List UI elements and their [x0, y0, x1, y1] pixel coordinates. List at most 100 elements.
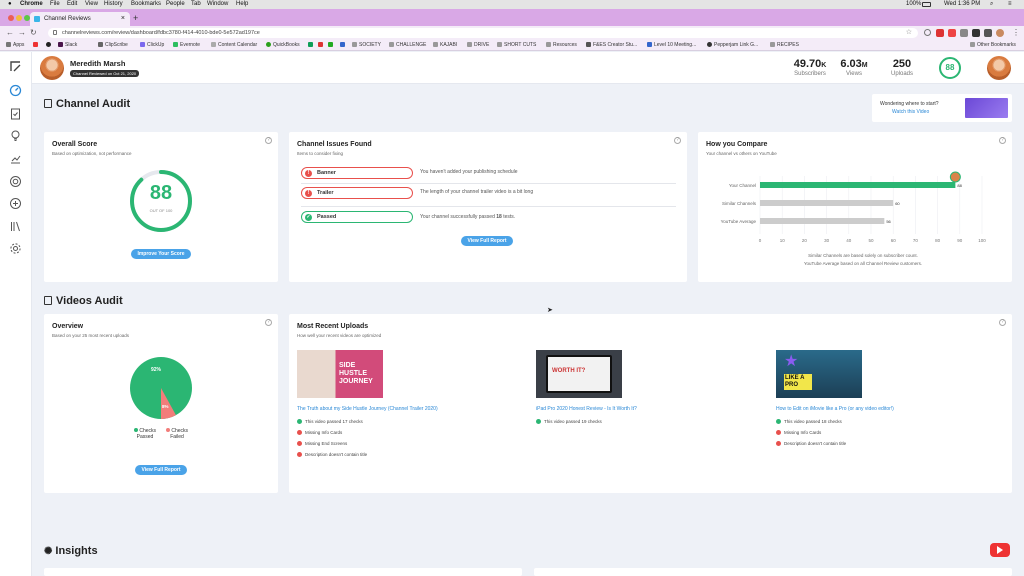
forward-icon[interactable]: →	[18, 28, 26, 38]
bookmark-pepperjam[interactable]: Pepperjam Link G...	[707, 40, 758, 51]
tab-channel-reviews[interactable]: Channel Reviews ×	[30, 12, 130, 26]
view-full-report-button[interactable]: View Full Report	[461, 236, 513, 246]
extension-dark-icon[interactable]	[972, 29, 980, 37]
promo-video-thumbnail[interactable]	[965, 98, 1008, 118]
help-icon[interactable]: ?	[674, 137, 681, 144]
bookmark-fes-creator[interactable]: F&ES Creator Stu...	[586, 40, 637, 51]
help-icon[interactable]: ?	[265, 137, 272, 144]
menu-history[interactable]: History	[104, 0, 123, 9]
checks-pie-chart	[130, 357, 192, 419]
issue-passed-pill[interactable]: ✓ Passed	[301, 211, 413, 223]
bookmark-youtube[interactable]	[33, 40, 40, 51]
bookmark-folder-challenge[interactable]: CHALLENGE	[389, 40, 426, 51]
close-window-button[interactable]	[8, 15, 14, 21]
issue-trailer-pill[interactable]: ! Trailer	[301, 187, 413, 199]
add-circle-icon[interactable]	[9, 197, 22, 210]
extension-info-icon[interactable]	[924, 29, 931, 36]
menu-view[interactable]: View	[85, 0, 98, 9]
bookmark-red[interactable]	[318, 40, 325, 51]
url-field[interactable]: channelreviews.com/review/dashboard/fdbc…	[48, 28, 918, 38]
reload-icon[interactable]: ↻	[30, 28, 37, 38]
menu-file[interactable]: File	[50, 0, 60, 9]
search-icon[interactable]: ⌕	[990, 0, 993, 9]
menu-bookmarks[interactable]: Bookmarks	[131, 0, 161, 9]
bookmark-slack[interactable]: Slack	[58, 40, 77, 51]
stat-uploads: 250 Uploads	[886, 58, 918, 77]
bookmark-github[interactable]	[46, 40, 53, 51]
battery-icon[interactable]	[922, 2, 931, 7]
video-title-link[interactable]: How to Edit on iMovie like a Pro (or any…	[776, 406, 894, 412]
bookmark-apps[interactable]: Apps	[6, 40, 24, 51]
dashboard-icon[interactable]	[9, 84, 22, 97]
help-icon[interactable]: ?	[265, 319, 272, 326]
bookmark-content-calendar[interactable]: Content Calendar	[211, 40, 257, 51]
audit-clipboard-icon[interactable]	[9, 107, 22, 120]
menubar-app[interactable]: Chrome	[20, 0, 43, 9]
bookmark-clipscribe[interactable]: ClipScribe	[98, 40, 128, 51]
library-icon[interactable]	[9, 220, 22, 233]
data-label: 56	[886, 219, 891, 224]
bookmark-evernote[interactable]: Evernote	[173, 40, 200, 51]
menu-help[interactable]: Help	[236, 0, 248, 9]
minimize-window-button[interactable]	[16, 15, 22, 21]
promo-link[interactable]: Watch this Video	[892, 109, 929, 115]
video-title-link[interactable]: The Truth about my Side Hustle Journey (…	[297, 406, 438, 412]
clock[interactable]: Wed 1:36 PM	[944, 0, 980, 9]
header-score-ring[interactable]: 88	[939, 57, 961, 79]
close-tab-icon[interactable]: ×	[121, 12, 125, 26]
bookmark-green[interactable]	[328, 40, 335, 51]
fes-icon	[586, 42, 591, 47]
help-icon[interactable]: ?	[999, 137, 1006, 144]
improve-score-button[interactable]: Improve Your Score	[131, 249, 191, 259]
apple-icon[interactable]: ●	[8, 0, 12, 9]
folder-icon	[352, 42, 357, 47]
target-icon[interactable]	[9, 175, 22, 188]
chrome-menu-icon[interactable]: ⋮	[1012, 28, 1020, 38]
menu-window[interactable]: Window	[207, 0, 228, 9]
analytics-chart-icon[interactable]	[9, 152, 22, 165]
extension-gmail-icon[interactable]	[948, 29, 956, 37]
bookmark-sheets[interactable]	[308, 40, 315, 51]
issue-banner-pill[interactable]: ! Banner	[301, 167, 413, 179]
bookmark-folder-society[interactable]: SOCIETY	[352, 40, 381, 51]
bookmark-blue[interactable]	[340, 40, 347, 51]
channel-issues-card: ? Channel Issues Found Items to consider…	[289, 132, 687, 282]
menu-people[interactable]: People	[166, 0, 185, 9]
video-thumbnail[interactable]: ★ LIKE A PRO	[776, 350, 862, 398]
bookmark-folder-recipes[interactable]: RECIPES	[770, 40, 799, 51]
lock-icon[interactable]	[53, 30, 57, 35]
bookmark-clickup[interactable]: ClickUp	[140, 40, 164, 51]
view-full-report-button[interactable]: View Full Report	[135, 465, 187, 475]
clipboard-check-icon	[44, 296, 52, 305]
bookmark-star-icon[interactable]: ☆	[906, 28, 912, 38]
bookmark-folder-drive[interactable]: DRIVE	[467, 40, 489, 51]
lightbulb-icon[interactable]	[9, 129, 22, 142]
menu-tab[interactable]: Tab	[191, 0, 201, 9]
user-avatar[interactable]	[40, 56, 64, 80]
profile-avatar-icon[interactable]	[996, 29, 1004, 37]
help-icon[interactable]: ?	[999, 319, 1006, 326]
bookmark-folder-kajabi[interactable]: KAJABI	[433, 40, 457, 51]
other-bookmarks[interactable]: Other Bookmarks	[970, 40, 1016, 51]
video-thumbnail[interactable]: WORTH IT?	[536, 350, 622, 398]
bookmark-folder-shortcuts[interactable]: SHORT CUTS	[497, 40, 536, 51]
menu-edit[interactable]: Edit	[67, 0, 77, 9]
bookmark-quickbooks[interactable]: QuickBooks	[266, 40, 300, 51]
video-thumbnail[interactable]: SIDE HUSTLE JOURNEY	[297, 350, 383, 398]
extension-red-icon[interactable]	[936, 29, 944, 37]
new-tab-button[interactable]: +	[133, 12, 138, 24]
overall-score-out-of: OUT OF 100	[149, 208, 173, 213]
promo-video-card[interactable]: Wondering where to start? Watch this Vid…	[872, 94, 1012, 122]
back-icon[interactable]: ←	[6, 28, 14, 38]
channel-reviews-logo-icon[interactable]	[9, 60, 22, 73]
bookmark-level10[interactable]: Level 10 Meeting...	[647, 40, 696, 51]
account-avatar[interactable]	[987, 56, 1011, 80]
video-title-link[interactable]: iPad Pro 2020 Honest Review - Is It Wort…	[536, 406, 637, 412]
youtube-float-button[interactable]	[990, 543, 1010, 557]
control-center-icon[interactable]: ≡	[1008, 0, 1012, 9]
extensions-puzzle-icon[interactable]	[984, 29, 992, 37]
bookmark-folder-resources[interactable]: Resources	[546, 40, 577, 51]
extension-gray-icon[interactable]	[960, 29, 968, 37]
settings-gear-icon[interactable]	[9, 242, 22, 255]
check-icon	[776, 419, 781, 424]
